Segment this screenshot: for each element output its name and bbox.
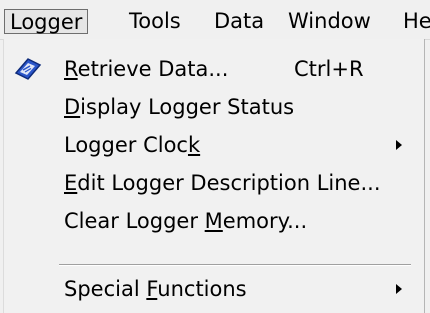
menu-data-label: Data xyxy=(214,9,265,33)
menu-item-logger-clock[interactable]: Logger Clock xyxy=(4,127,424,163)
menu-item-retrieve-data[interactable]: Retrieve Data... Ctrl+R xyxy=(4,51,424,87)
menu-help-label: He xyxy=(403,9,430,33)
menu-tools-label: Tools xyxy=(129,9,181,33)
menu-bar: Logger Tools Data Window He xyxy=(0,0,430,40)
menu-window[interactable]: Window xyxy=(283,9,376,34)
menu-item-label: Retrieve Data... xyxy=(64,57,229,81)
menu-item-clear-logger-memory[interactable]: Clear Logger Memory... xyxy=(4,203,424,239)
menu-help[interactable]: He xyxy=(398,9,430,34)
logger-dropdown-menu: Retrieve Data... Ctrl+R Display Logger S… xyxy=(3,39,425,313)
menu-item-label: Clear Logger Memory... xyxy=(64,209,308,233)
menu-item-special-functions[interactable]: Special Functions xyxy=(4,271,424,307)
menu-item-label: Display Logger Status xyxy=(64,95,295,119)
menu-data[interactable]: Data xyxy=(209,9,269,34)
menu-separator xyxy=(59,264,411,266)
menu-shortcut: Ctrl+R xyxy=(294,57,364,81)
submenu-arrow-icon xyxy=(396,140,402,150)
menu-item-label: Logger Clock xyxy=(64,133,201,157)
menu-item-label: Edit Logger Description Line... xyxy=(64,171,381,195)
menu-logger-label: Logger xyxy=(10,10,83,34)
menu-window-label: Window xyxy=(288,9,371,33)
menu-item-label: Special Functions xyxy=(64,277,247,301)
menu-item-display-logger-status[interactable]: Display Logger Status xyxy=(4,89,424,125)
retrieve-data-icon xyxy=(14,58,42,80)
menu-logger[interactable]: Logger xyxy=(4,9,89,34)
submenu-arrow-icon xyxy=(396,284,402,294)
menu-tools[interactable]: Tools xyxy=(124,9,186,34)
menu-item-edit-logger-description[interactable]: Edit Logger Description Line... xyxy=(4,165,424,201)
